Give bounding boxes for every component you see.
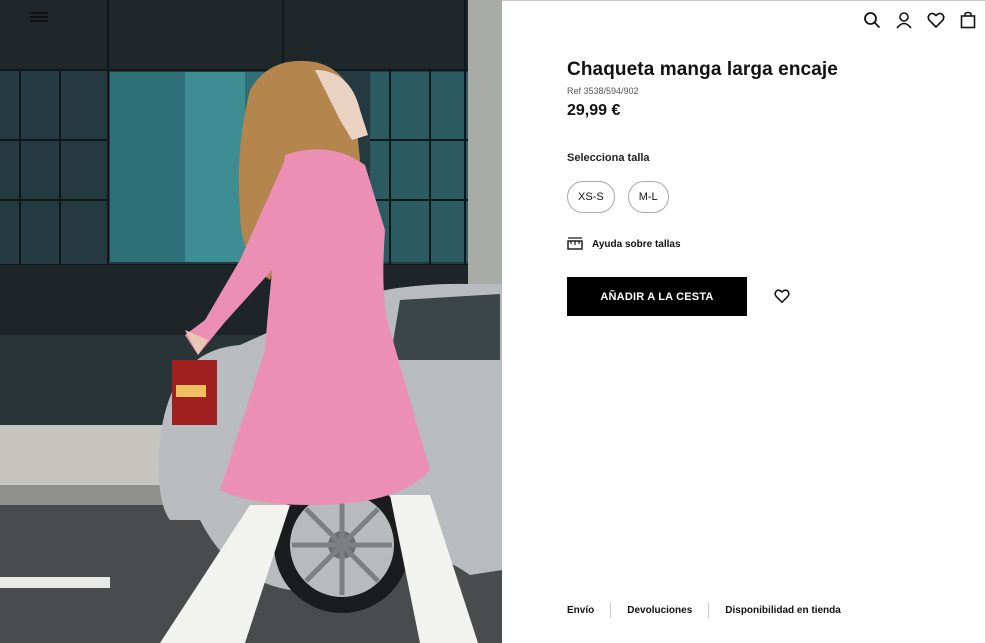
bag-icon[interactable] — [959, 11, 977, 29]
product-reference: Ref 3538/594/902 — [567, 86, 639, 96]
header-actions — [863, 11, 977, 29]
size-guide-link[interactable]: Ayuda sobre tallas — [567, 237, 681, 251]
info-links: Envío Devoluciones Disponibilidad en tie… — [567, 603, 841, 618]
returns-link[interactable]: Devoluciones — [627, 605, 692, 616]
size-selector-label: Selecciona talla — [567, 152, 650, 164]
link-divider — [610, 603, 612, 618]
link-divider — [708, 603, 710, 618]
size-options: XS-S M-L — [567, 181, 669, 213]
size-guide-label: Ayuda sobre tallas — [592, 238, 681, 250]
user-icon[interactable] — [895, 11, 913, 29]
menu-icon[interactable] — [30, 10, 48, 26]
store-availability-link[interactable]: Disponibilidad en tienda — [725, 605, 841, 616]
product-price: 29,99 € — [567, 102, 621, 119]
add-to-wishlist-icon[interactable] — [774, 288, 790, 304]
product-photo-illustration — [0, 0, 502, 643]
search-icon[interactable] — [863, 11, 881, 29]
size-option-xs-s[interactable]: XS-S — [567, 181, 615, 213]
heart-icon[interactable] — [927, 11, 945, 29]
shipping-link[interactable]: Envío — [567, 605, 594, 616]
product-image[interactable] — [0, 0, 502, 643]
size-option-m-l[interactable]: M-L — [627, 181, 669, 213]
product-title: Chaqueta manga larga encaje — [567, 59, 838, 80]
add-to-cart-button[interactable]: AÑADIR A LA CESTA — [567, 277, 747, 316]
ruler-icon — [567, 237, 583, 250]
